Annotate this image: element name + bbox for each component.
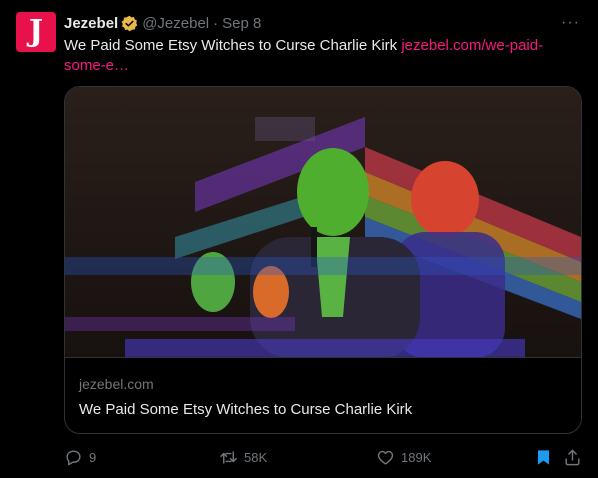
glitched-photo-icon: [65, 87, 581, 357]
like-button[interactable]: 189K: [376, 446, 431, 468]
separator: ·: [213, 14, 219, 32]
share-button[interactable]: [563, 446, 582, 468]
repost-count: 58K: [244, 449, 268, 465]
tweet-text: We Paid Some Etsy Witches to Curse Charl…: [64, 36, 574, 76]
heart-icon: [377, 450, 394, 465]
author-handle[interactable]: @Jezebel: [142, 15, 209, 32]
repost-button[interactable]: 58K: [219, 446, 267, 468]
bookmark-filled-icon: [537, 449, 550, 465]
tweet-body: We Paid Some Etsy Witches to Curse Charl…: [64, 37, 402, 54]
bookmark-button[interactable]: [534, 446, 553, 468]
like-count: 189K: [401, 449, 432, 465]
link-card[interactable]: jezebel.com We Paid Some Etsy Witches to…: [64, 86, 582, 434]
repost-icon: [220, 450, 237, 464]
reply-button[interactable]: 9: [64, 446, 96, 468]
more-options-icon[interactable]: ···: [561, 14, 580, 32]
share-icon: [565, 449, 580, 465]
avatar[interactable]: J: [16, 12, 56, 52]
card-domain: jezebel.com: [79, 376, 154, 392]
avatar-letter: J: [28, 14, 44, 49]
reply-count: 9: [89, 449, 97, 465]
reply-icon: [66, 449, 81, 465]
tweet-actions: 9 58K 189K: [64, 446, 584, 468]
tweet-date[interactable]: Sep 8: [222, 15, 261, 32]
verified-badge-icon: [121, 15, 138, 31]
tweet-header: Jezebel @Jezebel · Sep 8: [64, 13, 261, 33]
author-name[interactable]: Jezebel: [64, 15, 118, 32]
card-image[interactable]: [65, 87, 581, 358]
card-title: We Paid Some Etsy Witches to Curse Charl…: [79, 401, 413, 418]
